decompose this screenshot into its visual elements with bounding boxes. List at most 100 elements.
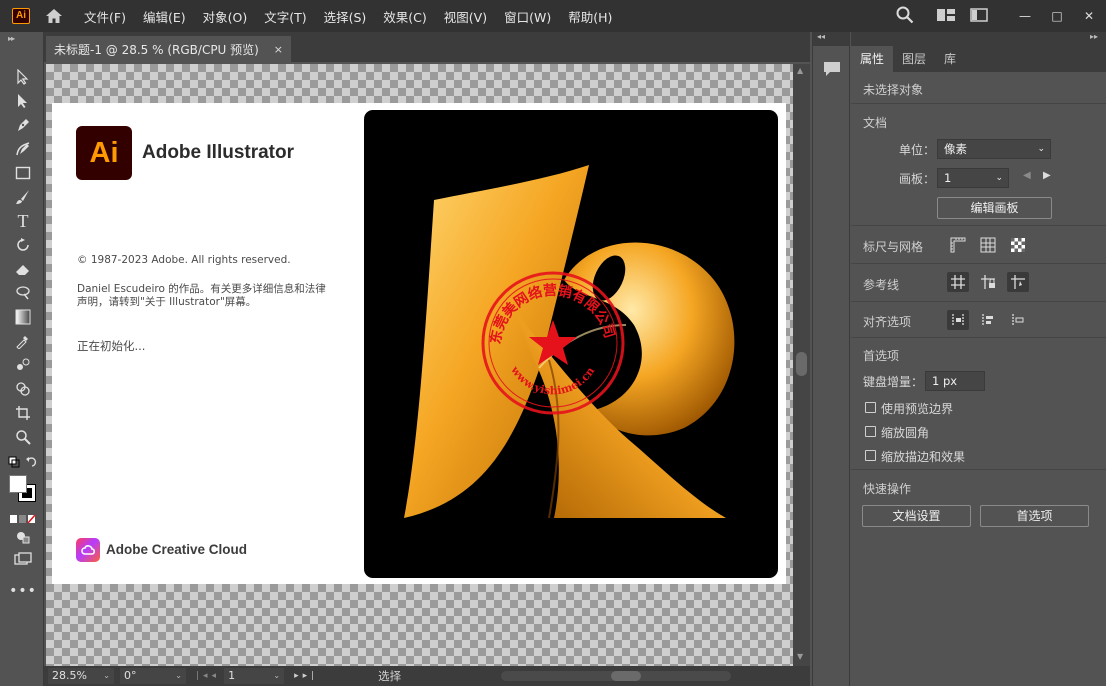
- scroll-up-icon[interactable]: ▲: [797, 66, 803, 75]
- home-icon[interactable]: [44, 6, 64, 26]
- shape-builder-tool-icon[interactable]: [13, 380, 33, 398]
- eraser-tool-icon[interactable]: [13, 260, 33, 278]
- loading-status: 正在初始化...: [77, 339, 146, 353]
- rectangle-tool-icon[interactable]: [13, 164, 33, 182]
- menu-window[interactable]: 窗口(W): [504, 7, 551, 26]
- document-setup-button[interactable]: 文档设置: [862, 505, 971, 527]
- artboard-value: 1: [944, 171, 952, 185]
- horizontal-scrollbar[interactable]: [501, 671, 732, 681]
- type-tool-icon[interactable]: T: [13, 211, 33, 231]
- rulers-icon[interactable]: [947, 235, 969, 255]
- search-icon[interactable]: [896, 6, 914, 27]
- gradient-tool-icon[interactable]: [13, 308, 33, 326]
- tab-libraries[interactable]: 库: [935, 46, 965, 72]
- menu-effect[interactable]: 效果(C): [383, 7, 426, 26]
- comments-icon[interactable]: [821, 58, 843, 80]
- direct-selection-tool-icon[interactable]: [13, 92, 33, 110]
- menu-edit[interactable]: 编辑(E): [143, 7, 186, 26]
- horizontal-scrollbar-thumb[interactable]: [611, 671, 642, 681]
- edit-toolbar-icon[interactable]: •••: [9, 582, 36, 600]
- rulers-grids-label: 标尺与网格: [863, 240, 924, 254]
- tools-panel: ▸▸ T •••: [0, 32, 44, 686]
- align-to-pixel-icon[interactable]: [1007, 310, 1029, 330]
- maximize-icon[interactable]: □: [1048, 9, 1066, 23]
- splash-screen: Ai Adobe Illustrator © 1987-2023 Adobe. …: [52, 103, 786, 584]
- rotation-dropdown[interactable]: 0° ⌄: [120, 668, 186, 684]
- menu-view[interactable]: 视图(V): [444, 7, 487, 26]
- previous-artboard-icon[interactable]: ◀: [1023, 170, 1031, 181]
- show-guides-icon[interactable]: [947, 272, 969, 292]
- drawing-mode-icon[interactable]: [13, 528, 33, 546]
- keyboard-increment-input[interactable]: 1 px: [925, 371, 985, 391]
- rotation-value: 0°: [124, 669, 137, 682]
- paintbrush-tool-icon[interactable]: [13, 188, 33, 206]
- scale-corners-label: 缩放圆角: [881, 426, 930, 440]
- first-previous-artboard-icons[interactable]: |◂◂: [196, 671, 220, 681]
- scale-strokes-checkbox[interactable]: [865, 450, 876, 461]
- chevron-down-icon: ⌄: [1037, 144, 1045, 154]
- smart-guides-icon[interactable]: [1007, 272, 1029, 292]
- quick-actions-section: 快速操作 文档设置 首选项: [851, 470, 1106, 540]
- zoom-dropdown[interactable]: 28.5% ⌄: [48, 668, 114, 684]
- transparency-grid-icon[interactable]: [1007, 235, 1029, 255]
- scale-strokes-label: 缩放描边和效果: [881, 450, 966, 464]
- screen-mode-icon[interactable]: [13, 550, 33, 568]
- pen-tool-icon[interactable]: [13, 116, 33, 134]
- artboard-dropdown[interactable]: 1 ⌄: [937, 168, 1009, 188]
- document-tab-title: 未标题-1 @ 28.5 % (RGB/CPU 预览): [54, 42, 259, 57]
- menu-object[interactable]: 对象(O): [203, 7, 248, 26]
- document-tab[interactable]: 未标题-1 @ 28.5 % (RGB/CPU 预览) ×: [46, 36, 291, 62]
- tab-properties[interactable]: 属性: [851, 46, 894, 72]
- minimize-icon[interactable]: —: [1016, 9, 1034, 23]
- app-logo: Ai: [12, 8, 30, 24]
- collapse-dock-icon[interactable]: ◂◂: [813, 32, 849, 46]
- default-colors-icon[interactable]: [8, 454, 38, 472]
- blend-tool-icon[interactable]: [13, 356, 33, 374]
- rotate-tool-icon[interactable]: [13, 236, 33, 254]
- close-window-icon[interactable]: ✕: [1080, 9, 1098, 23]
- artboard-navigation-dropdown[interactable]: 1 ⌄: [224, 668, 285, 684]
- creative-cloud-brand: Adobe Creative Cloud: [106, 542, 248, 557]
- document-title: 文档: [863, 116, 888, 130]
- scroll-down-icon[interactable]: ▼: [797, 652, 803, 661]
- units-label: 单位：: [899, 143, 936, 157]
- fill-stroke-swatch[interactable]: [8, 474, 38, 504]
- artboard-tool-icon[interactable]: [13, 404, 33, 422]
- zoom-tool-icon[interactable]: [13, 428, 33, 446]
- collapse-panel-icon[interactable]: ▸▸: [851, 32, 1106, 46]
- watermark-stamp: 东莞美网络营销有限公司 www.yishimei.cn: [478, 268, 628, 418]
- tab-layers[interactable]: 图层: [893, 46, 935, 72]
- menu-select[interactable]: 选择(S): [324, 7, 367, 26]
- color-mode-icon[interactable]: [9, 510, 37, 528]
- next-artboard-icon[interactable]: ▶: [1043, 170, 1051, 181]
- eyedropper-tool-icon[interactable]: [13, 332, 33, 350]
- lasso-tool-icon[interactable]: [13, 284, 33, 302]
- arrange-documents-icon[interactable]: [970, 7, 988, 25]
- use-preview-bounds-checkbox[interactable]: [865, 402, 876, 413]
- preferences-section: 首选项 键盘增量： 1 px 使用预览边界 缩放圆角 缩放描边和效果: [851, 338, 1106, 470]
- snap-to-point-icon[interactable]: [947, 310, 969, 330]
- scrollbar-thumb[interactable]: [796, 352, 807, 376]
- edit-artboards-button[interactable]: 编辑画板: [937, 197, 1052, 219]
- next-last-artboard-icons[interactable]: ▸▸|: [294, 671, 318, 681]
- workspace-switcher-icon[interactable]: [936, 8, 956, 25]
- rulers-grids-section: 标尺与网格: [851, 226, 1106, 264]
- curvature-tool-icon[interactable]: [13, 140, 33, 158]
- properties-panel: ▸▸ 属性 图层 库 未选择对象 文档 单位： 像素 ⌄ 画板： 1 ⌄ ◀ ▶…: [851, 32, 1106, 686]
- vertical-scrollbar[interactable]: ▲ ▼: [793, 64, 810, 666]
- menu-help[interactable]: 帮助(H): [568, 7, 612, 26]
- menu-file[interactable]: 文件(F): [84, 7, 126, 26]
- menu-type[interactable]: 文字(T): [264, 7, 306, 26]
- lock-guides-icon[interactable]: [977, 272, 999, 292]
- collapse-tabs-icon[interactable]: ▸▸: [8, 34, 15, 43]
- status-bar: 28.5% ⌄ 0° ⌄ |◂◂ 1 ⌄ ▸▸| 选择: [44, 666, 810, 686]
- units-dropdown[interactable]: 像素 ⌄: [937, 139, 1051, 159]
- no-selection-label: 未选择对象: [863, 83, 924, 97]
- scale-corners-checkbox[interactable]: [865, 426, 876, 437]
- selection-tool-icon[interactable]: [13, 68, 33, 86]
- grid-icon[interactable]: [977, 235, 999, 255]
- snap-to-pixel-icon[interactable]: [977, 310, 999, 330]
- close-tab-icon[interactable]: ×: [274, 43, 283, 56]
- preferences-button[interactable]: 首选项: [980, 505, 1089, 527]
- copyright-text: © 1987-2023 Adobe. All rights reserved.: [77, 254, 291, 266]
